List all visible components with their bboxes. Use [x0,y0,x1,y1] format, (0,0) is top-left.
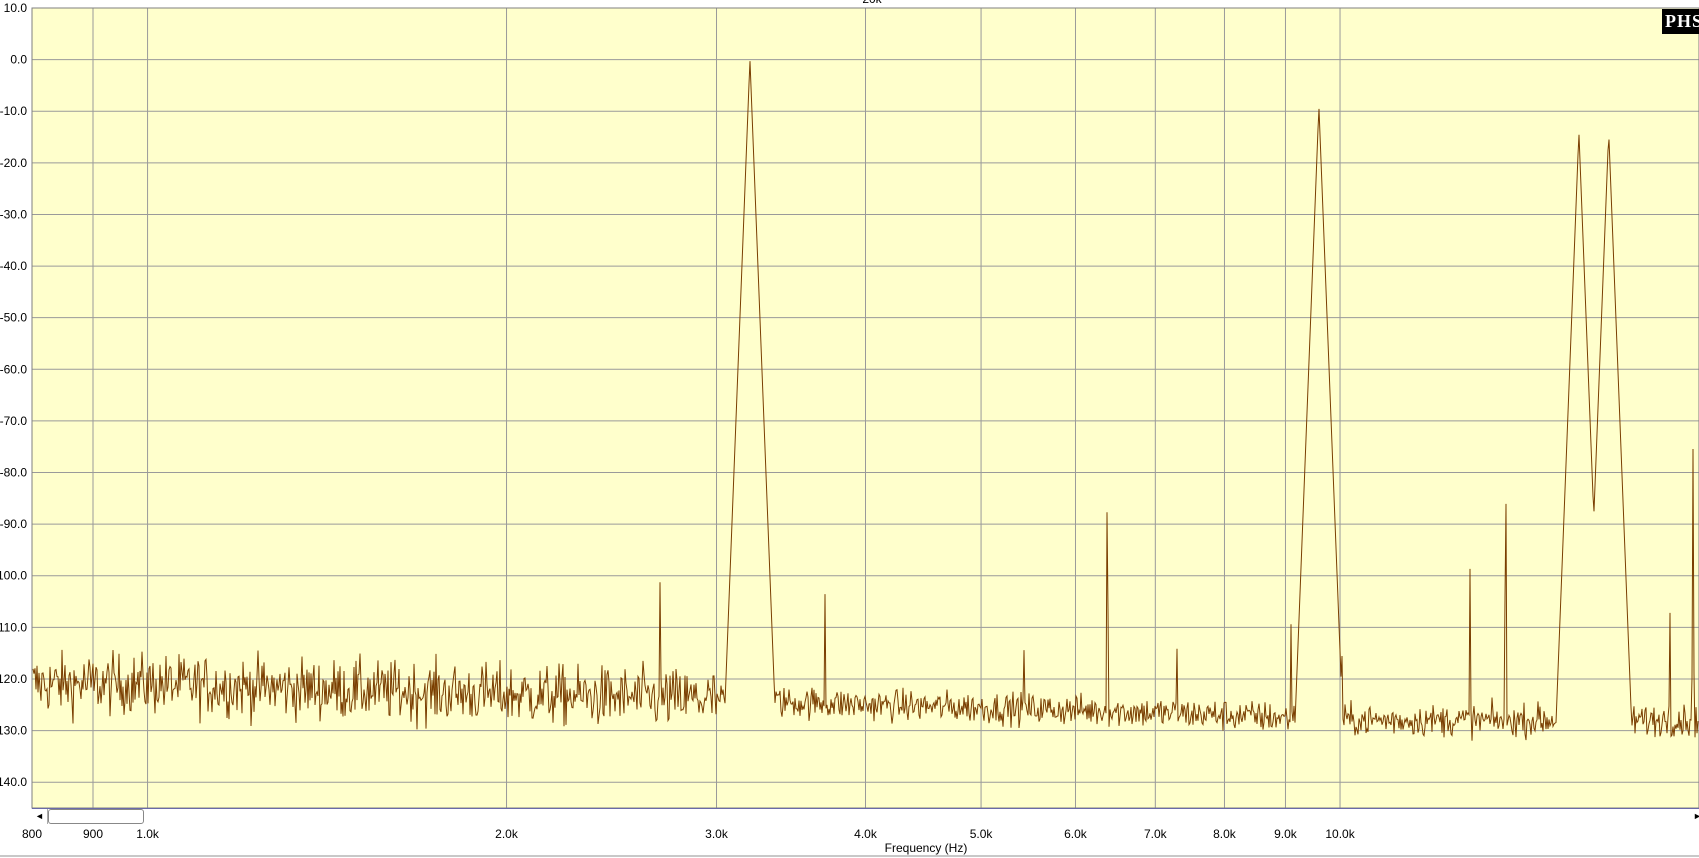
y-tick-label: -100.0 [0,569,27,583]
x-tick-label: 800 [22,827,42,841]
x-tick-label: 6.0k [1064,827,1088,841]
y-tick-label: 0.0 [10,53,27,67]
scroll-right-arrow-icon[interactable]: ► [1693,809,1699,824]
x-tick-labels: 800 900 1.0k 2.0k 3.0k 4.0k 5.0k 6.0k 7.0k 8.0k 9.… [22,827,1356,841]
x-tick-label: 10.0k [1325,827,1355,841]
bottom-divider [0,855,1699,857]
x-tick-label: 8.0k [1213,827,1237,841]
scroll-thumb[interactable] [48,809,144,824]
y-tick-label: 10.0 [4,1,28,15]
y-tick-label: -20.0 [0,156,27,170]
y-tick-label: -80.0 [0,466,27,480]
x-tick-label: 1.0k [136,827,160,841]
x-tick-label: 5.0k [970,827,994,841]
x-tick-label: 2.0k [495,827,519,841]
y-tick-label: -120.0 [0,672,27,686]
x-axis-title: Frequency (Hz) [885,841,968,855]
x-tick-label: 9.0k [1274,827,1298,841]
logo-text: PHS [1665,11,1699,31]
y-tick-label: -30.0 [0,207,27,221]
y-tick-label: -140.0 [0,775,27,789]
y-tick-label: -60.0 [0,362,27,376]
y-tick-label: -50.0 [0,311,27,325]
x-tick-label: 900 [83,827,103,841]
y-tick-labels: 10.0 0.0 -10.0 -20.0 -30.0 -40.0 -50.0 -60.0 -70… [0,1,27,789]
x-tick-label: 7.0k [1144,827,1168,841]
y-tick-label: -70.0 [0,414,27,428]
y-tick-label: -130.0 [0,724,27,738]
y-tick-label: -10.0 [0,104,27,118]
spectrum-chart: 10.0 0.0 -10.0 -20.0 -30.0 -40.0 -50.0 -60.0 -70… [0,0,1699,855]
top-axis-label: 20k [862,0,882,6]
x-tick-label: 3.0k [705,827,729,841]
x-tick-label: 4.0k [854,827,878,841]
y-tick-label: -90.0 [0,517,27,531]
y-tick-label: -40.0 [0,259,27,273]
logo-badge: PHS [1662,9,1699,34]
scroll-left-arrow-icon[interactable]: ◄ [32,809,48,824]
y-tick-label: -110.0 [0,620,27,634]
horizontal-scrollbar[interactable]: ◄ ► [32,808,1699,824]
